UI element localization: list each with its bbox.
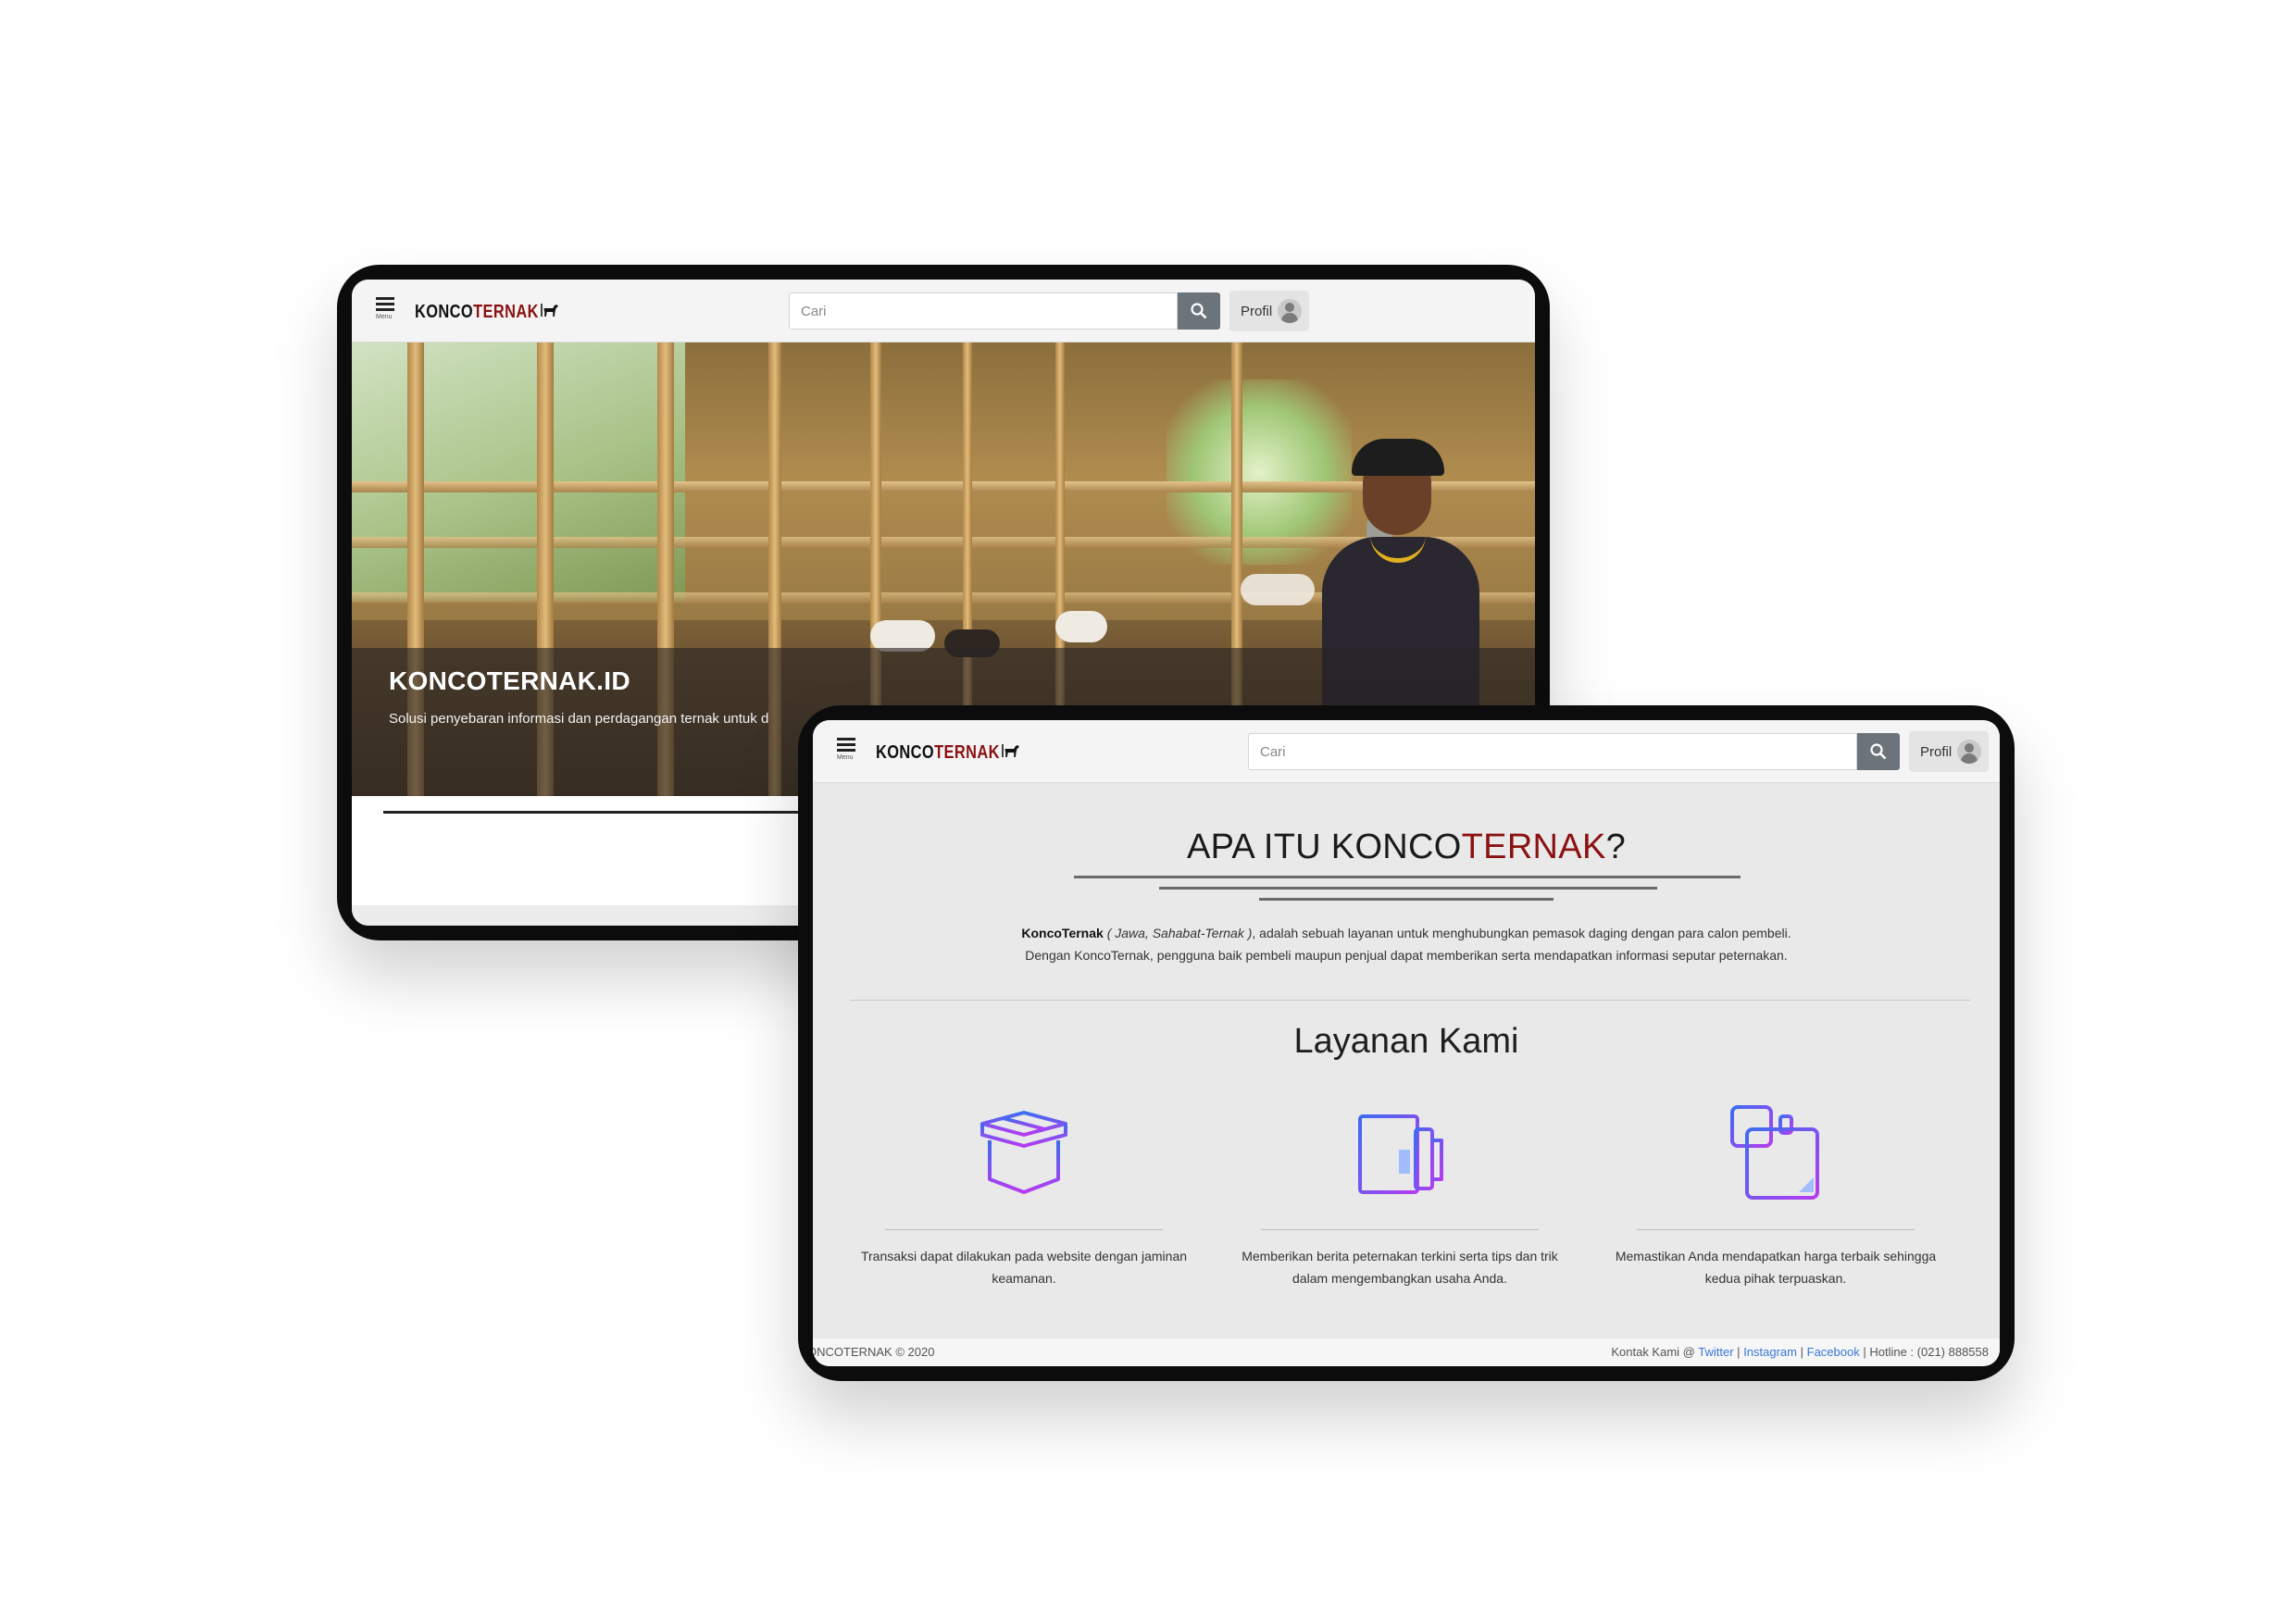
service-text: Transaksi dapat dilakukan pada website d… <box>860 1249 1188 1286</box>
search-bar <box>1248 733 1900 770</box>
goat-icon <box>541 301 559 325</box>
avatar <box>1278 299 1303 323</box>
tablet-frame-front: Menu KONCOTERNAK Profil APA ITU KONCOTER… <box>798 705 2015 1381</box>
profile-label: Profil <box>1241 303 1273 319</box>
box-icon <box>973 1103 1075 1205</box>
search-input[interactable] <box>789 292 1178 330</box>
menu-label: Menu <box>837 754 854 761</box>
service-card: Memastikan Anda mendapatkan harga terbai… <box>1600 1103 1952 1289</box>
site-logo[interactable]: KONCOTERNAK <box>415 300 559 324</box>
logo-text-ternak: TERNAK <box>934 742 1000 763</box>
avatar <box>1957 740 1982 764</box>
hamburger-icon <box>376 297 394 300</box>
site-logo[interactable]: KONCOTERNAK <box>876 741 1020 765</box>
about-title: APA ITU KONCOTERNAK? <box>813 828 2000 867</box>
hamburger-icon-bar <box>837 743 855 746</box>
section-divider <box>850 1000 1970 1001</box>
about-brand-note: ( Jawa, Sahabat-Ternak ) <box>1106 926 1253 940</box>
title-underline-1 <box>1074 876 1741 878</box>
facebook-link[interactable]: Facebook <box>1807 1345 1860 1359</box>
about-description: KoncoTernak ( Jawa, Sahabat-Ternak ), ad… <box>998 922 1815 966</box>
search-icon <box>1191 303 1207 319</box>
title-underline-2 <box>1159 887 1657 890</box>
hero-subtitle: Solusi penyebaran informasi dan perdagan… <box>389 711 769 727</box>
hamburger-icon-bar <box>837 749 855 752</box>
search-bar <box>789 292 1220 330</box>
navbar: Menu KONCOTERNAK Profil <box>352 280 1535 342</box>
about-title-highlight: TERNAK <box>1461 828 1606 866</box>
hamburger-icon <box>837 738 855 741</box>
search-icon <box>1870 743 1887 760</box>
calculator-price-icon <box>1725 1103 1827 1205</box>
menu-label: Menu <box>376 314 393 320</box>
search-button[interactable] <box>1857 733 1900 770</box>
footer-copyright: ONCOTERNAK © 2020 <box>813 1345 935 1359</box>
goat-icon <box>1002 741 1020 765</box>
footer-separator: | <box>1737 1345 1741 1359</box>
about-brand: KoncoTernak <box>1021 926 1104 940</box>
newspaper-icon <box>1349 1103 1451 1205</box>
title-underline-3 <box>1259 898 1554 901</box>
instagram-link[interactable]: Instagram <box>1743 1345 1797 1359</box>
main-content: APA ITU KONCOTERNAK? KoncoTernak ( Jawa,… <box>813 783 2000 1366</box>
hamburger-icon-bar <box>376 308 394 311</box>
profile-button[interactable]: Profil <box>1229 291 1310 331</box>
twitter-link[interactable]: Twitter <box>1698 1345 1733 1359</box>
logo-text-ternak: TERNAK <box>473 302 539 322</box>
footer-hotline: | Hotline : (021) 888558 <box>1863 1345 1989 1359</box>
services-title: Layanan Kami <box>1293 1022 1519 1061</box>
about-title-prefix: APA ITU KONCO <box>1186 828 1462 866</box>
footer-contact-label: Kontak Kami @ <box>1611 1345 1695 1359</box>
about-title-suffix: ? <box>1605 828 1627 866</box>
footer-contact: Kontak Kami @ Twitter | Instagram | Face… <box>1611 1338 1989 1366</box>
footer: ONCOTERNAK © 2020 Kontak Kami @ Twitter … <box>813 1338 2000 1366</box>
service-divider <box>1261 1229 1539 1230</box>
profile-button[interactable]: Profil <box>1909 731 1990 772</box>
service-card: Transaksi dapat dilakukan pada website d… <box>848 1103 1200 1289</box>
service-divider <box>1637 1229 1915 1230</box>
menu-button[interactable]: Menu <box>376 294 398 328</box>
search-input[interactable] <box>1248 733 1857 770</box>
logo-text-konco: KONCO <box>415 302 474 322</box>
service-divider <box>885 1229 1163 1230</box>
search-button[interactable] <box>1178 292 1220 330</box>
logo-text-konco: KONCO <box>876 742 935 763</box>
profile-label: Profil <box>1920 743 1953 760</box>
navbar: Menu KONCOTERNAK Profil <box>813 720 2000 783</box>
hamburger-icon-bar <box>376 303 394 305</box>
menu-button[interactable]: Menu <box>837 735 859 768</box>
footer-separator: | <box>1800 1345 1804 1359</box>
service-card: Memberikan berita peternakan terkini ser… <box>1224 1103 1576 1289</box>
service-text: Memberikan berita peternakan terkini ser… <box>1242 1249 1558 1286</box>
service-text: Memastikan Anda mendapatkan harga terbai… <box>1615 1249 1937 1286</box>
hero-title: KONCOTERNAK.ID <box>389 666 630 695</box>
tablet-screen-front: Menu KONCOTERNAK Profil APA ITU KONCOTER… <box>813 720 2000 1366</box>
